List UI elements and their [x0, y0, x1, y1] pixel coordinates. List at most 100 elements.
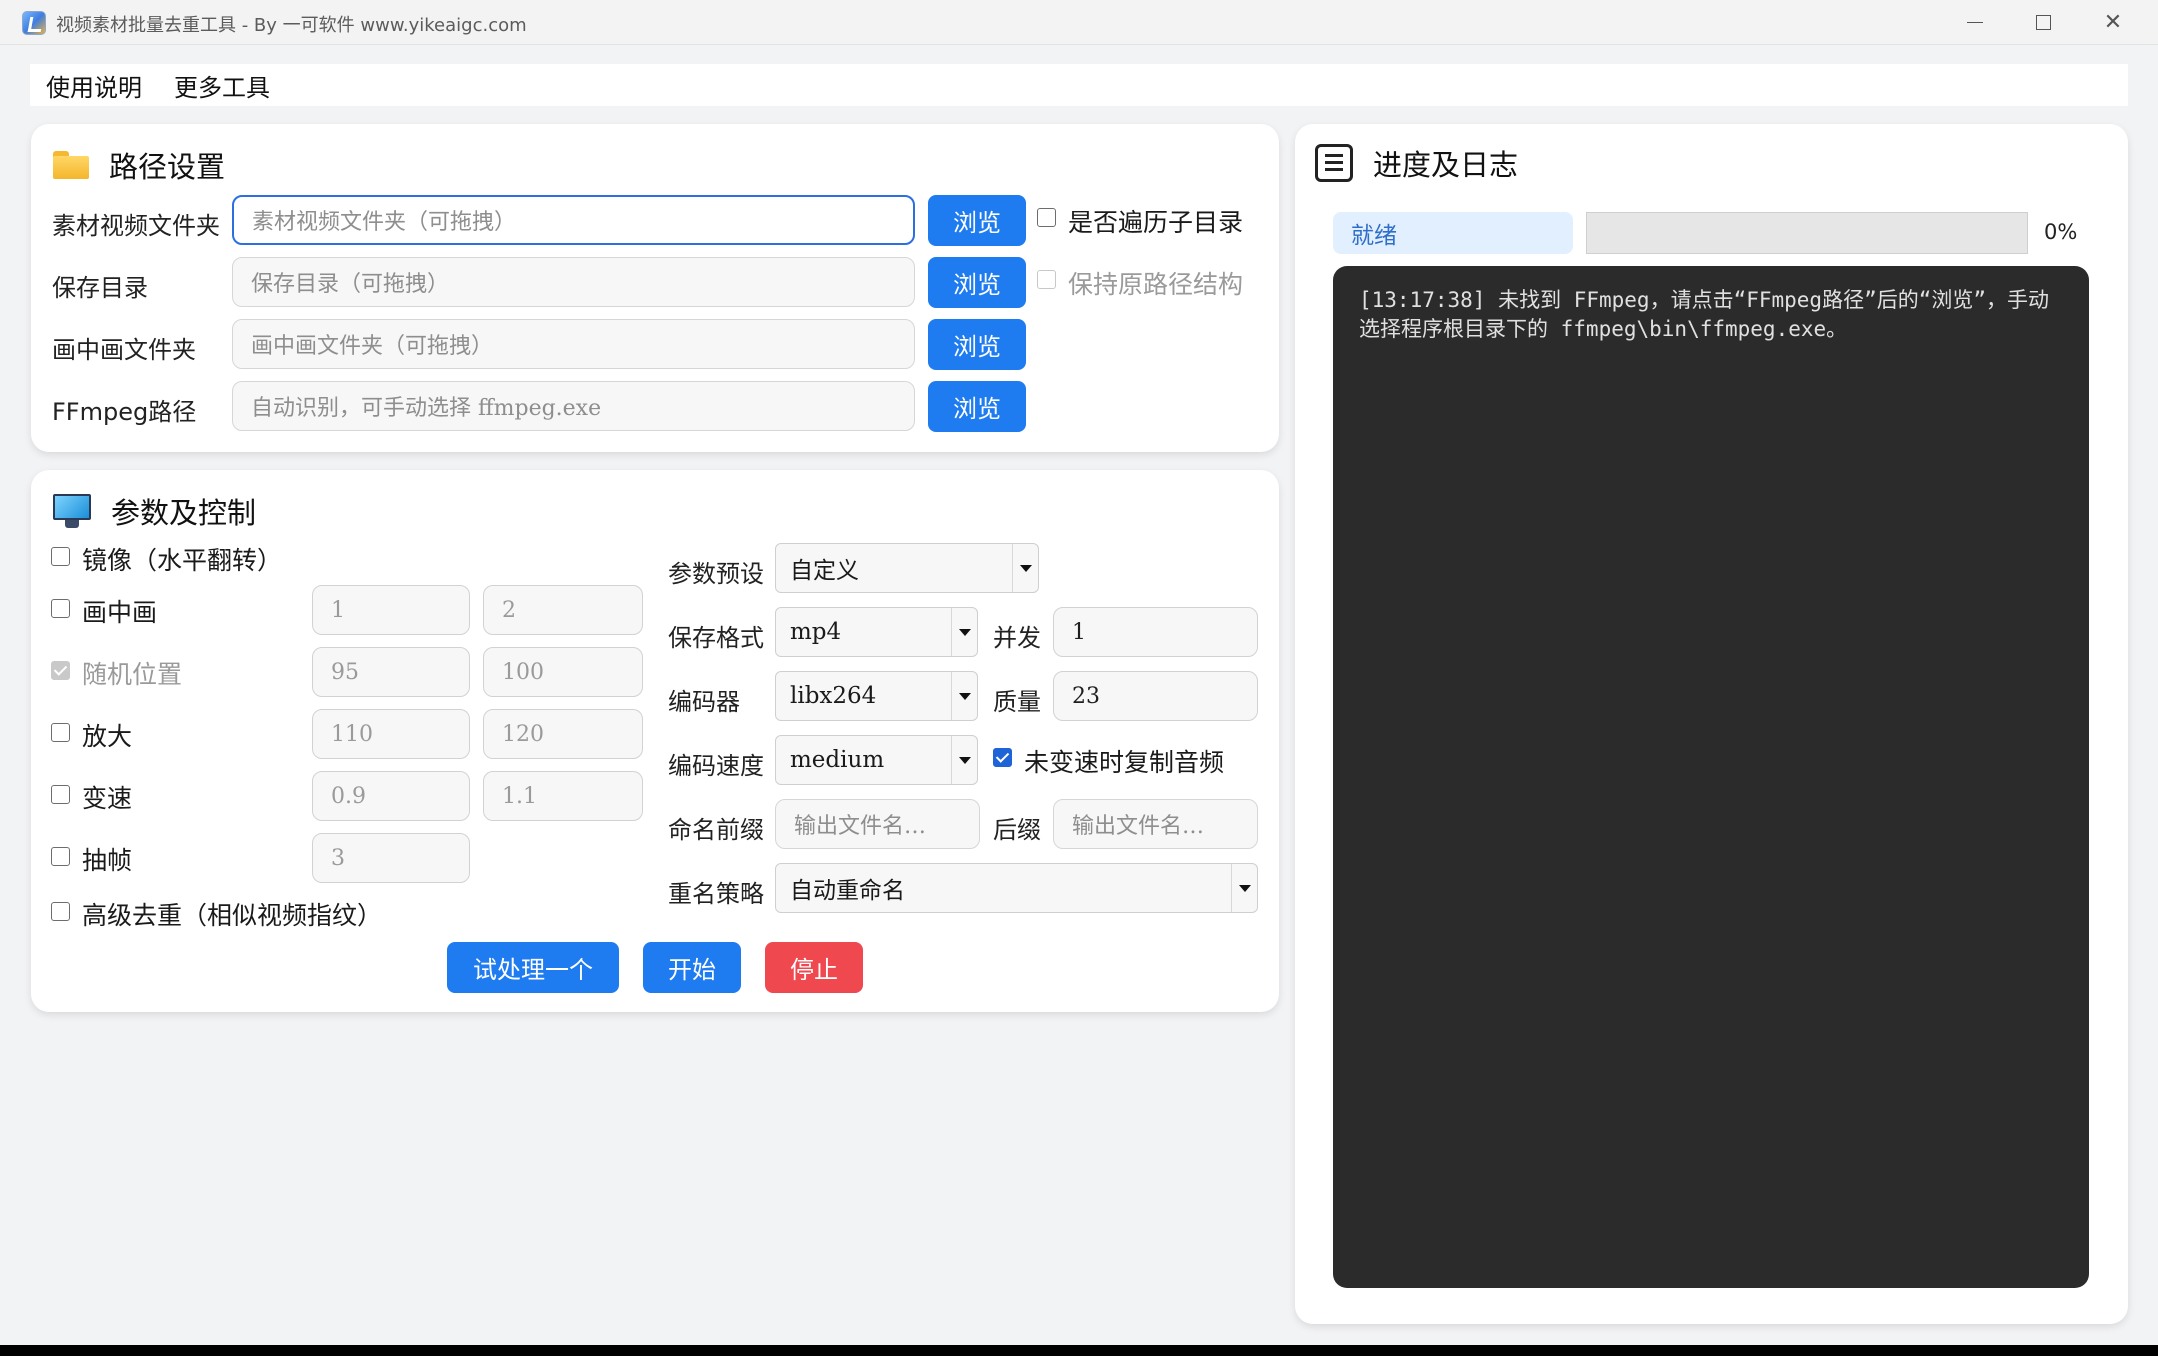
menu-item-more-tools[interactable]: 更多工具 — [158, 68, 286, 103]
menu-bar: 使用说明 更多工具 — [30, 64, 2128, 106]
mirror-checkbox[interactable] — [51, 547, 70, 566]
ffmpeg-path-label: FFmpeg路径 — [52, 398, 197, 426]
preset-select[interactable]: 自定义 — [775, 543, 1039, 593]
frame-drop-input[interactable]: 3 — [312, 833, 470, 883]
window-title: 视频素材批量去重工具 - By 一可软件 www.yikeaigc.com — [56, 15, 527, 36]
browse-ffmpeg-button[interactable]: 浏览 — [928, 381, 1026, 432]
zoom-checkbox[interactable] — [51, 723, 70, 742]
encode-speed-select[interactable]: medium — [775, 735, 978, 785]
rename-policy-label: 重名策略 — [668, 880, 764, 908]
log-output[interactable]: [13:17:38] 未找到 FFmpeg，请点击“FFmpeg路径”后的“浏览… — [1333, 266, 2089, 1288]
progress-title: 进度及日志 — [1373, 148, 1519, 182]
format-select[interactable]: mp4 — [775, 607, 978, 657]
pip-folder-label: 画中画文件夹 — [52, 336, 196, 364]
browse-pip-button[interactable]: 浏览 — [928, 319, 1026, 370]
status-badge: 就绪 — [1333, 212, 1573, 254]
encode-speed-value: medium — [790, 747, 885, 773]
speed-change-label: 变速 — [82, 784, 133, 813]
keep-structure-checkbox[interactable] — [1037, 270, 1056, 289]
path-settings-title: 路径设置 — [109, 150, 226, 184]
close-button[interactable]: ✕ — [2078, 0, 2148, 45]
ffmpeg-path-input[interactable]: 自动识别，可手动选择 ffmpeg.exe — [232, 381, 915, 431]
speed-max-input[interactable]: 1.1 — [483, 771, 643, 821]
rename-policy-value: 自动重命名 — [790, 878, 905, 904]
params-heading: 参数及控制 — [53, 490, 256, 532]
frame-drop-label: 抽帧 — [82, 846, 133, 875]
encode-speed-label: 编码速度 — [668, 752, 764, 780]
concurrency-label: 并发 — [993, 624, 1041, 652]
encoder-label: 编码器 — [668, 688, 740, 716]
app-logo-icon — [22, 11, 46, 35]
prefix-input[interactable]: 输出文件名… — [775, 799, 980, 849]
params-title: 参数及控制 — [111, 496, 257, 530]
minimize-button[interactable] — [1940, 0, 2010, 45]
zoom-max-input[interactable]: 120 — [483, 709, 643, 759]
random-position-min-input[interactable]: 95 — [312, 647, 470, 697]
folder-icon — [53, 151, 89, 179]
quality-input[interactable]: 23 — [1053, 671, 1258, 721]
minimize-icon — [1967, 22, 1983, 23]
zoom-min-input[interactable]: 110 — [312, 709, 470, 759]
keep-structure-label: 保持原路径结构 — [1068, 270, 1244, 299]
encoder-value: libx264 — [790, 683, 877, 709]
speed-change-checkbox[interactable] — [51, 785, 70, 804]
concurrency-input[interactable]: 1 — [1053, 607, 1258, 657]
progress-bar — [1586, 212, 2028, 254]
pip-min-input[interactable]: 1 — [312, 585, 470, 635]
start-button[interactable]: 开始 — [643, 942, 741, 993]
menu-item-help[interactable]: 使用说明 — [30, 68, 158, 103]
params-panel: 参数及控制 镜像（水平翻转） 画中画 1 2 随机位置 95 100 放大 11… — [31, 470, 1279, 1012]
frame-drop-checkbox[interactable] — [51, 847, 70, 866]
close-icon: ✕ — [2103, 10, 2123, 35]
recurse-subdirs-label: 是否遍历子目录 — [1068, 208, 1244, 237]
quality-label: 质量 — [993, 688, 1041, 716]
chevron-down-icon — [1231, 864, 1257, 912]
suffix-input[interactable]: 输出文件名… — [1053, 799, 1258, 849]
encoder-select[interactable]: libx264 — [775, 671, 978, 721]
suffix-label: 后缀 — [993, 816, 1041, 844]
copy-audio-label: 未变速时复制音频 — [1024, 748, 1225, 777]
save-dir-label: 保存目录 — [52, 274, 148, 302]
mirror-label: 镜像（水平翻转） — [82, 546, 283, 575]
stop-button[interactable]: 停止 — [765, 942, 863, 993]
copy-audio-checkbox[interactable] — [993, 748, 1012, 767]
random-position-label: 随机位置 — [82, 660, 183, 689]
trial-run-button[interactable]: 试处理一个 — [447, 942, 619, 993]
log-icon — [1315, 144, 1353, 182]
progress-heading: 进度及日志 — [1315, 142, 1518, 184]
pip-folder-input[interactable]: 画中画文件夹（可拖拽） — [232, 319, 915, 369]
advanced-dedup-checkbox[interactable] — [51, 902, 70, 921]
path-settings-panel: 路径设置 素材视频文件夹 素材视频文件夹（可拖拽） 浏览 是否遍历子目录 保存目… — [31, 124, 1279, 452]
format-label: 保存格式 — [668, 624, 764, 652]
format-value: mp4 — [790, 619, 842, 645]
chevron-down-icon — [951, 608, 977, 656]
zoom-label: 放大 — [82, 722, 133, 751]
maximize-button[interactable] — [2008, 0, 2078, 45]
speed-min-input[interactable]: 0.9 — [312, 771, 470, 821]
chevron-down-icon — [1012, 544, 1038, 592]
random-position-checkbox[interactable] — [51, 661, 70, 680]
rename-policy-select[interactable]: 自动重命名 — [775, 863, 1258, 913]
source-folder-input[interactable]: 素材视频文件夹（可拖拽） — [232, 195, 915, 245]
maximize-icon — [2035, 15, 2051, 30]
preset-value: 自定义 — [790, 558, 859, 584]
pip-label: 画中画 — [82, 598, 158, 627]
chevron-down-icon — [951, 672, 977, 720]
source-folder-label: 素材视频文件夹 — [52, 212, 220, 240]
monitor-icon — [53, 494, 91, 528]
chevron-down-icon — [951, 736, 977, 784]
random-position-max-input[interactable]: 100 — [483, 647, 643, 697]
save-dir-input[interactable]: 保存目录（可拖拽） — [232, 257, 915, 307]
app-window: 视频素材批量去重工具 - By 一可软件 www.yikeaigc.com ✕ … — [0, 0, 2158, 1345]
prefix-label: 命名前缀 — [668, 816, 764, 844]
pip-max-input[interactable]: 2 — [483, 585, 643, 635]
progress-percent: 0% — [2044, 220, 2078, 244]
browse-source-button[interactable]: 浏览 — [928, 195, 1026, 246]
recurse-subdirs-checkbox[interactable] — [1037, 208, 1056, 227]
pip-checkbox[interactable] — [51, 599, 70, 618]
browse-save-dir-button[interactable]: 浏览 — [928, 257, 1026, 308]
advanced-dedup-label: 高级去重（相似视频指纹） — [82, 901, 383, 930]
title-bar: 视频素材批量去重工具 - By 一可软件 www.yikeaigc.com ✕ — [0, 0, 2158, 45]
path-settings-heading: 路径设置 — [53, 144, 225, 186]
preset-label: 参数预设 — [668, 560, 764, 588]
